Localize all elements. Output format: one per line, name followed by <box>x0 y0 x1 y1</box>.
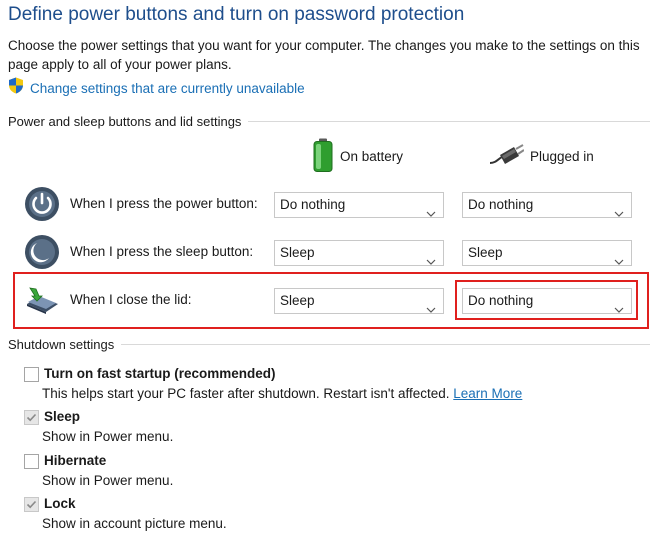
sleep-button-icon <box>24 234 60 275</box>
sleep-option-description: Show in Power menu. <box>42 429 174 444</box>
shutdown-section-header: Shutdown settings <box>8 336 650 352</box>
column-header-battery: On battery <box>312 138 404 172</box>
change-settings-label: Change settings that are currently unava… <box>30 80 305 96</box>
select-value: Do nothing <box>468 197 534 212</box>
sleep-button-battery-select[interactable]: Sleep <box>274 240 444 266</box>
learn-more-link[interactable]: Learn More <box>453 386 522 401</box>
power-button-plugged-select[interactable]: Do nothing <box>462 192 632 218</box>
chevron-down-icon <box>426 249 436 273</box>
checkmark-icon <box>26 500 37 509</box>
page-title: Define power buttons and turn on passwor… <box>8 4 465 25</box>
sleep-button-plugged-select[interactable]: Sleep <box>462 240 632 266</box>
power-button-label: When I press the power button: <box>70 196 258 211</box>
chevron-down-icon <box>614 201 624 225</box>
buttons-section-header: Power and sleep buttons and lid settings <box>8 113 650 129</box>
buttons-section-title: Power and sleep buttons and lid settings <box>8 113 242 129</box>
chevron-down-icon <box>426 201 436 225</box>
power-plug-icon <box>488 143 525 170</box>
chevron-down-icon <box>426 297 436 321</box>
column-label-battery: On battery <box>340 148 404 164</box>
sleep-option-label[interactable]: Sleep <box>44 409 80 424</box>
section-divider <box>121 343 650 345</box>
page-description: Choose the power settings that you want … <box>8 38 640 72</box>
fast-startup-label[interactable]: Turn on fast startup (recommended) <box>44 366 276 381</box>
lid-battery-select[interactable]: Sleep <box>274 288 444 314</box>
column-header-plugged: Plugged in <box>488 143 594 169</box>
lock-option-label[interactable]: Lock <box>44 496 76 511</box>
battery-icon <box>312 138 334 175</box>
column-label-plugged: Plugged in <box>530 148 594 164</box>
sleep-button-label: When I press the sleep button: <box>70 244 254 259</box>
fast-startup-description: This helps start your PC faster after sh… <box>42 386 522 401</box>
lid-label: When I close the lid: <box>70 292 192 307</box>
chevron-down-icon <box>614 249 624 273</box>
chevron-down-icon <box>614 297 624 321</box>
select-value: Sleep <box>280 293 315 308</box>
select-value: Do nothing <box>280 197 346 212</box>
fast-startup-description-text: This helps start your PC faster after sh… <box>42 386 450 401</box>
hibernate-option-description: Show in Power menu. <box>42 473 174 488</box>
power-button-icon <box>24 186 60 227</box>
lock-option-description: Show in account picture menu. <box>42 516 227 531</box>
checkmark-icon <box>26 413 37 422</box>
uac-shield-icon <box>8 77 24 99</box>
hibernate-checkbox[interactable] <box>24 454 39 469</box>
select-value: Sleep <box>468 245 503 260</box>
power-button-battery-select[interactable]: Do nothing <box>274 192 444 218</box>
change-settings-link[interactable]: Change settings that are currently unava… <box>8 77 305 99</box>
section-divider <box>248 120 650 122</box>
fast-startup-checkbox[interactable] <box>24 367 39 382</box>
sleep-checkbox[interactable] <box>24 410 39 425</box>
select-value: Sleep <box>280 245 315 260</box>
select-value: Do nothing <box>468 293 534 308</box>
hibernate-option-label[interactable]: Hibernate <box>44 453 106 468</box>
laptop-lid-icon <box>24 282 60 321</box>
lock-checkbox[interactable] <box>24 497 39 512</box>
lid-plugged-select[interactable]: Do nothing <box>462 288 632 314</box>
shutdown-section-title: Shutdown settings <box>8 336 115 352</box>
